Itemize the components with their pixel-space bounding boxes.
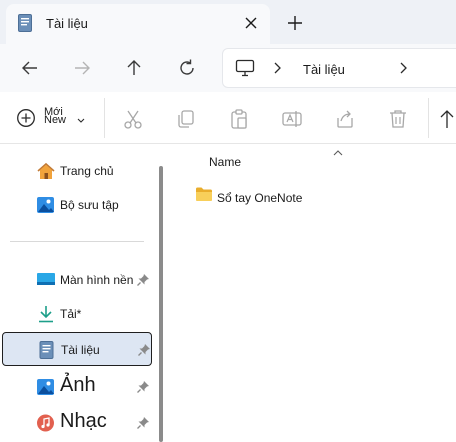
refresh-icon[interactable] [175, 56, 199, 80]
new-label-bottom: New [44, 114, 67, 126]
home-icon [36, 162, 56, 180]
command-bar: Mới New [0, 92, 456, 144]
download-icon [36, 305, 56, 323]
share-icon[interactable] [334, 108, 356, 130]
sidebar-item-desktop[interactable]: Màn hình nền [2, 263, 152, 297]
arrow-left-icon[interactable] [18, 56, 42, 80]
column-header-name[interactable]: Name [209, 155, 241, 169]
sidebar-item-label: Tải* [60, 307, 82, 321]
toolbar-divider [104, 98, 105, 138]
sidebar-item-gallery[interactable]: Bộ sưu tập [2, 188, 152, 222]
documents-icon [18, 14, 32, 32]
tab-strip: Tài liệu [0, 0, 456, 44]
sidebar-item-documents[interactable]: Tài liệu [2, 332, 152, 366]
desktop-icon [36, 271, 56, 289]
sidebar-item-label: Ảnh [60, 374, 96, 396]
sort-ascending-icon[interactable] [332, 144, 344, 156]
folder-icon [195, 186, 213, 202]
sidebar-divider [10, 241, 144, 242]
sidebar-item-music[interactable]: Nhạc [2, 406, 152, 440]
gallery-icon [36, 196, 56, 214]
plus-icon[interactable] [284, 12, 306, 34]
file-explorer-window: Tài liệu Tài liệu Mới New Trang chủ Bộ s… [0, 0, 456, 442]
documents-icon [37, 341, 57, 359]
delete-icon[interactable] [387, 108, 409, 130]
sidebar-item-label: Màn hình nền [60, 273, 134, 287]
music-icon [36, 414, 56, 432]
pin-icon[interactable] [136, 416, 150, 430]
new-button[interactable]: Mới New [14, 106, 94, 134]
pin-icon[interactable] [136, 380, 150, 394]
chevron-right-icon[interactable] [271, 60, 283, 76]
sidebar-item-downloads[interactable]: Tải* [2, 297, 152, 331]
paste-icon[interactable] [228, 108, 250, 130]
arrow-right-icon[interactable] [70, 56, 94, 80]
plus-circle-icon [16, 108, 36, 128]
pictures-icon [36, 378, 56, 396]
pin-icon[interactable] [136, 273, 150, 287]
sidebar-item-home[interactable]: Trang chủ [2, 154, 152, 188]
file-list: Name Sổ tay OneNote [172, 144, 456, 442]
monitor-icon [235, 59, 255, 77]
tab-title: Tài liệu [46, 16, 88, 31]
navigation-pane: Trang chủ Bộ sưu tập Màn hình nền Tải* T… [0, 144, 168, 442]
tab-documents[interactable]: Tài liệu [6, 4, 270, 44]
file-name: Sổ tay OneNote [217, 191, 303, 205]
sidebar-item-pictures[interactable]: Ảnh [2, 370, 152, 404]
sidebar-item-label: Bộ sưu tập [60, 198, 119, 212]
navigation-bar: Tài liệu [0, 44, 456, 92]
chevron-down-icon [76, 112, 86, 123]
sidebar-item-label: Nhạc [60, 410, 107, 432]
sort-icon[interactable] [438, 108, 456, 130]
chevron-right-icon[interactable] [397, 60, 409, 76]
breadcrumb-documents[interactable]: Tài liệu [303, 62, 345, 77]
close-icon[interactable] [241, 13, 261, 33]
pin-icon[interactable] [137, 343, 151, 357]
address-bar[interactable]: Tài liệu [222, 48, 456, 88]
rename-icon[interactable] [281, 108, 303, 130]
copy-icon[interactable] [175, 108, 197, 130]
arrow-up-icon[interactable] [122, 56, 146, 80]
sidebar-item-label: Trang chủ [60, 164, 114, 178]
list-item[interactable]: Sổ tay OneNote [192, 184, 442, 210]
sidebar-item-label: Tài liệu [61, 343, 100, 357]
sidebar-scrollbar[interactable] [159, 166, 163, 442]
cut-icon[interactable] [122, 108, 144, 130]
toolbar-divider [428, 98, 429, 138]
